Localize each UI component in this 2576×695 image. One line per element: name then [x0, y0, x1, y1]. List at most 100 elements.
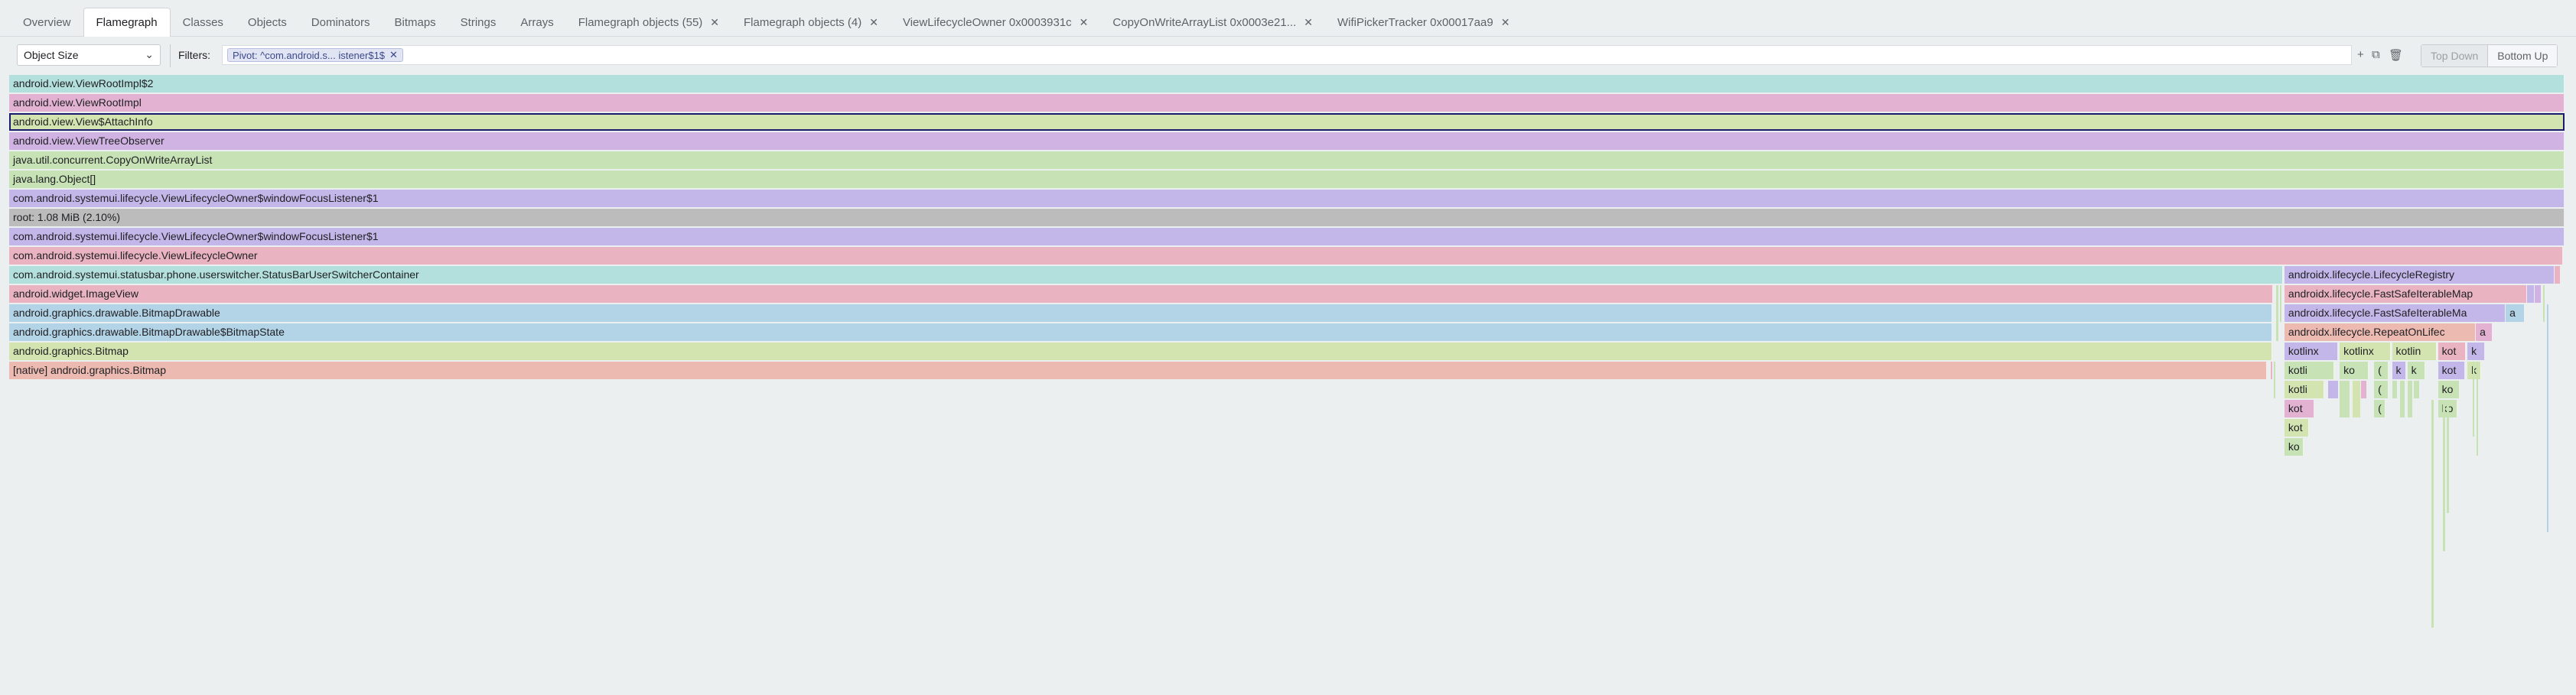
flame-sliver[interactable]	[2361, 381, 2367, 398]
filter-input[interactable]: Pivot: ^com.android.s... istener$1$ ✕	[222, 45, 2352, 65]
tab-list: Overview Flamegraph Classes Objects Dominato…	[11, 8, 1522, 37]
flame-sliver[interactable]	[2413, 381, 2419, 398]
flame-frame[interactable]: android.graphics.drawable.BitmapDrawable	[9, 304, 2272, 322]
flame-frame[interactable]: ko	[2438, 381, 2460, 398]
flame-frame[interactable]: kotlinx	[2284, 343, 2339, 360]
tab-strings[interactable]: Strings	[448, 8, 509, 37]
flame-frame[interactable]: kot	[2438, 343, 2467, 360]
tab-label: Objects	[247, 15, 287, 29]
flame-frame[interactable]: a	[2506, 304, 2526, 322]
flame-sliver[interactable]	[2270, 362, 2272, 379]
flame-frame[interactable]: k	[2392, 362, 2406, 379]
tab-label: Classes	[182, 15, 223, 29]
flame-frame[interactable]: android.view.ViewRootImpl$2	[9, 75, 2565, 93]
flame-frame[interactable]: com.android.systemui.statusbar.phone.use…	[9, 266, 2283, 284]
flame-frame[interactable]: androidx.lifecycle.FastSafeIterableMap	[2284, 285, 2527, 303]
flame-frame[interactable]: (	[2374, 381, 2389, 398]
flame-frame[interactable]: a	[2476, 323, 2493, 341]
flame-frame[interactable]: k	[2407, 362, 2425, 379]
flame-frame[interactable]: kotli	[2284, 381, 2325, 398]
close-icon[interactable]: ✕	[869, 16, 878, 29]
flame-frame[interactable]: [native] android.graphics.Bitmap	[9, 362, 2267, 379]
flame-frame[interactable]: java.util.concurrent.CopyOnWriteArrayLis…	[9, 151, 2565, 169]
flame-sliver[interactable]	[2340, 381, 2350, 417]
flame-sliver[interactable]	[2546, 304, 2548, 532]
tab-classes[interactable]: Classes	[171, 8, 236, 37]
flame-sliver[interactable]	[2352, 381, 2360, 417]
flame-frame[interactable]: androidx.lifecycle.LifecycleRegistry	[2284, 266, 2555, 284]
flame-frame[interactable]: com.android.systemui.lifecycle.ViewLifec…	[9, 190, 2565, 207]
flame-frame[interactable]: com.android.systemui.lifecycle.ViewLifec…	[9, 228, 2565, 245]
flame-sliver[interactable]	[2431, 400, 2434, 628]
flame-frame[interactable]: android.view.ViewRootImpl	[9, 94, 2565, 112]
flame-frame[interactable]: (	[2374, 400, 2386, 417]
filters-label: Filters:	[178, 49, 210, 61]
tab-dominators[interactable]: Dominators	[299, 8, 383, 37]
flame-frame[interactable]	[2555, 266, 2561, 284]
flame-frame[interactable]	[2534, 285, 2542, 303]
flame-frame[interactable]: android.widget.ImageView	[9, 285, 2273, 303]
flame-frame[interactable]: kot	[2284, 419, 2309, 437]
tab-label: Arrays	[520, 15, 554, 29]
flame-frame[interactable]: root: 1.08 MiB (2.10%)	[9, 209, 2565, 226]
close-icon[interactable]: ✕	[389, 49, 398, 61]
close-icon[interactable]: ✕	[710, 16, 719, 29]
tab-label: Bitmaps	[394, 15, 436, 29]
flame-frame[interactable]: kotlinx	[2340, 343, 2391, 360]
flame-sliver[interactable]	[2407, 381, 2413, 417]
tab-copyonwritearraylist-0x0003e21[interactable]: CopyOnWriteArrayList 0x0003e21... ✕	[1100, 8, 1325, 37]
flame-frame[interactable]: ko	[2340, 362, 2369, 379]
tab-wifipickertracker-0x00017aa9[interactable]: WifiPickerTracker 0x00017aa9 ✕	[1325, 8, 1522, 37]
tab-arrays[interactable]: Arrays	[508, 8, 565, 37]
tab-label: Flamegraph objects (55)	[578, 15, 703, 29]
bottom-up-button[interactable]: Bottom Up	[2487, 45, 2558, 67]
flame-sliver[interactable]	[2392, 381, 2398, 398]
tab-flamegraph-objects-55[interactable]: Flamegraph objects (55) ✕	[566, 8, 731, 37]
flame-frame[interactable]: ko	[2284, 438, 2304, 456]
flame-frame[interactable]: kot	[2438, 362, 2465, 379]
flame-sliver[interactable]	[2276, 285, 2278, 341]
flame-frame[interactable]: androidx.lifecycle.FastSafeIterableMa	[2284, 304, 2506, 322]
metric-select[interactable]: Object Size ⌄	[17, 44, 161, 66]
flame-frame[interactable]: kot	[2284, 400, 2314, 417]
tab-flamegraph[interactable]: Flamegraph	[83, 8, 171, 37]
view-mode-toggle: Top Down Bottom Up	[2421, 44, 2558, 67]
flamegraph-toolbar: Object Size ⌄ Filters: Pivot: ^com.andro…	[0, 44, 2576, 67]
tab-bitmaps[interactable]: Bitmaps	[382, 8, 448, 37]
close-icon[interactable]: ✕	[1080, 16, 1089, 29]
flame-sliver[interactable]	[2279, 285, 2281, 322]
flame-frame[interactable]: android.graphics.drawable.BitmapDrawable…	[9, 323, 2272, 341]
flame-sliver[interactable]	[2328, 381, 2339, 398]
metric-select-value: Object Size	[24, 49, 79, 61]
flame-sliver[interactable]	[2542, 285, 2545, 322]
top-down-button[interactable]: Top Down	[2421, 45, 2488, 67]
flame-frame[interactable]: (	[2374, 362, 2389, 379]
flame-frame[interactable]: k	[2467, 343, 2486, 360]
flame-frame[interactable]: java.lang.Object[]	[9, 171, 2565, 188]
trash-icon[interactable]: 🗑	[2389, 48, 2403, 62]
close-icon[interactable]: ✕	[1501, 16, 1510, 29]
flame-sliver[interactable]	[2273, 362, 2275, 398]
flame-frame[interactable]: kotlin	[2392, 343, 2437, 360]
flame-frame[interactable]: ko	[2438, 400, 2457, 417]
flame-frame[interactable]: android.view.ViewTreeObserver	[9, 132, 2565, 150]
add-icon[interactable]: +	[2357, 48, 2364, 61]
flame-frame[interactable]: kotli	[2284, 362, 2335, 379]
close-icon[interactable]: ✕	[1304, 16, 1313, 29]
flame-frame[interactable]	[2526, 285, 2535, 303]
tab-flamegraph-objects-4[interactable]: Flamegraph objects (4) ✕	[731, 8, 891, 37]
tab-viewlifecycleowner-0x0003931c[interactable]: ViewLifecycleOwner 0x0003931c ✕	[891, 8, 1100, 37]
flame-sliver[interactable]	[2399, 381, 2405, 417]
flame-frame[interactable]: k	[2467, 362, 2482, 379]
flame-frame[interactable]: androidx.lifecycle.RepeatOnLifec	[2284, 323, 2477, 341]
flame-frame[interactable]: android.graphics.Bitmap	[9, 343, 2272, 360]
flame-frame[interactable]: android.view.View$AttachInfo	[9, 113, 2565, 131]
flame-sliver[interactable]	[2443, 400, 2446, 551]
filter-chip[interactable]: Pivot: ^com.android.s... istener$1$ ✕	[227, 48, 403, 62]
filter-chip-label: Pivot: ^com.android.s... istener$1$	[233, 49, 386, 61]
copy-icon[interactable]: ⧉	[2372, 48, 2380, 61]
tab-objects[interactable]: Objects	[236, 8, 299, 37]
tab-overview[interactable]: Overview	[11, 8, 83, 37]
flame-frame[interactable]: com.android.systemui.lifecycle.ViewLifec…	[9, 247, 2564, 265]
tab-label: Strings	[460, 15, 497, 29]
